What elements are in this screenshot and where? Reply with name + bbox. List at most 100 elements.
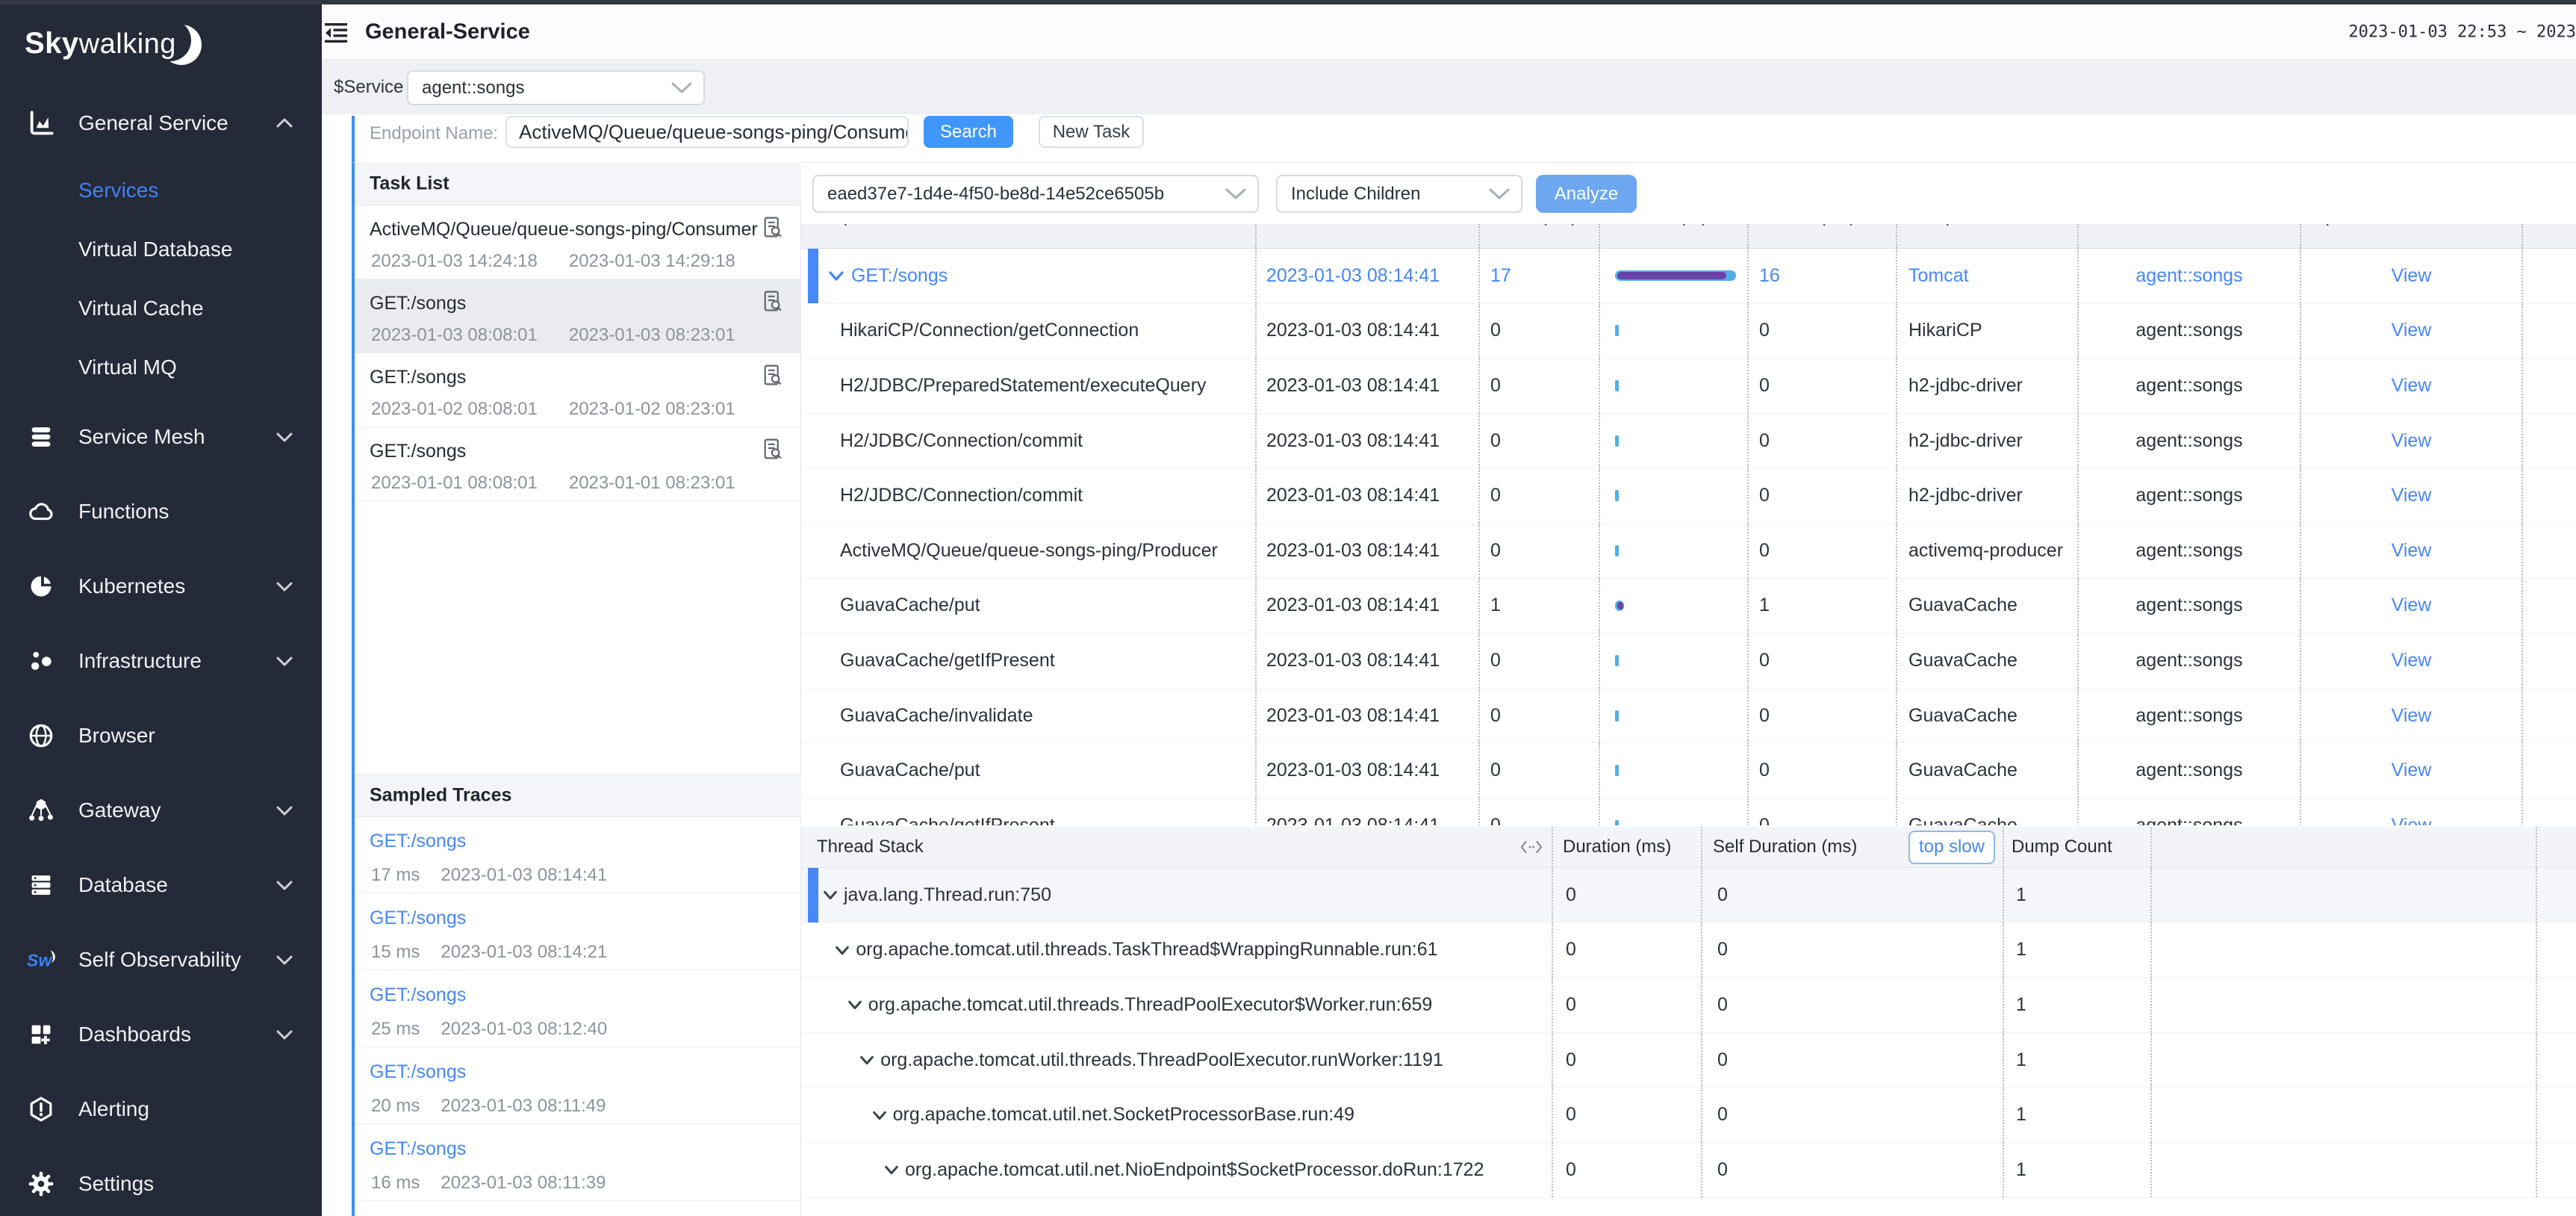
thread-stack-row[interactable]: java.lang.Thread.run:750001: [801, 868, 2576, 923]
span-view-link[interactable]: View: [2301, 524, 2523, 578]
sidebar-item-gateway[interactable]: Gateway: [0, 773, 322, 848]
trace-name-link[interactable]: GET:/songs: [370, 1138, 466, 1160]
expand-chevron-dark[interactable]: [858, 1051, 876, 1069]
sidebar-subitem-services[interactable]: Services: [0, 161, 322, 220]
horizontal-resize-icon[interactable]: [1520, 840, 1543, 854]
thread-stack-row[interactable]: org.apache.tomcat.util.net.SocketProcess…: [801, 1088, 2576, 1143]
span-view-link[interactable]: View: [2301, 798, 2523, 825]
trace-start-time: 2023-01-03 08:11:39: [441, 1173, 606, 1193]
thread-frame-name: java.lang.Thread.run:750: [844, 884, 1051, 906]
span-row[interactable]: GuavaCache/getIfPresent2023-01-03 08:14:…: [801, 633, 2576, 689]
sidebar-item-service-mesh[interactable]: Service Mesh: [0, 400, 322, 474]
sampled-trace-item[interactable]: GET:/songs20 ms2023-01-03 08:11:49: [355, 1047, 801, 1124]
analyze-button[interactable]: Analyze: [1536, 175, 1637, 213]
duration-bar: [1615, 655, 1619, 666]
thread-empty-cell: [2152, 923, 2537, 978]
sidebar-item-general-service[interactable]: General Service: [0, 86, 322, 161]
new-task-button[interactable]: New Task: [1039, 116, 1144, 148]
sidebar-item-dashboards[interactable]: Dashboards: [0, 997, 322, 1072]
sidebar-item-alerting[interactable]: Alerting: [0, 1072, 322, 1147]
span-exec-ms-cell: 0: [1480, 359, 1600, 413]
thread-stack-title: Thread Stack: [817, 837, 924, 857]
span-row[interactable]: GuavaCache/getIfPresent2023-01-03 08:14:…: [801, 798, 2576, 825]
span-view-link[interactable]: View: [2301, 689, 2523, 743]
doc-search-icon[interactable]: [760, 289, 785, 314]
sampled-trace-item[interactable]: GET:/songs17 ms2023-01-03 08:14:41: [355, 816, 801, 893]
span-view-link[interactable]: View: [2301, 414, 2523, 468]
span-view-link[interactable]: View: [2301, 579, 2523, 633]
sidebar-subitem-virtual-mq[interactable]: Virtual MQ: [0, 338, 322, 397]
sidebar-subitem-virtual-database[interactable]: Virtual Database: [0, 220, 322, 279]
thread-stack-row[interactable]: org.apache.tomcat.util.net.NioEndpoint$S…: [801, 1143, 2576, 1198]
span-row[interactable]: HikariCP/Connection/getConnection2023-01…: [801, 304, 2576, 359]
task-list-item[interactable]: GET:/songs2023-01-01 08:08:012023-01-01 …: [355, 427, 801, 501]
task-list-item[interactable]: GET:/songs2023-01-03 08:08:012023-01-03 …: [355, 279, 801, 353]
span-view-link[interactable]: View: [2301, 468, 2523, 523]
analyze-mode-select[interactable]: Include Children: [1276, 175, 1522, 213]
menu-fold-icon[interactable]: [325, 23, 347, 43]
expand-chevron-dark[interactable]: [833, 941, 851, 959]
span-view-link[interactable]: View: [2301, 359, 2523, 413]
span-start-time-cell: 2023-01-03 08:14:41: [1257, 743, 1480, 798]
span-row[interactable]: GuavaCache/invalidate2023-01-03 08:14:41…: [801, 689, 2576, 744]
search-button[interactable]: Search: [924, 116, 1013, 148]
trace-id-select[interactable]: eaed37e7-1d4e-4f50-be8d-14e52ce6505b: [812, 175, 1259, 213]
expand-chevron-blue[interactable]: [827, 266, 846, 285]
span-row[interactable]: GuavaCache/put2023-01-03 08:14:4100Guava…: [801, 743, 2576, 798]
sidebar-subitem-virtual-cache[interactable]: Virtual Cache: [0, 279, 322, 338]
span-component-cell: HikariCP: [1897, 304, 2079, 359]
doc-search-icon[interactable]: [760, 437, 785, 462]
trace-name-link[interactable]: GET:/songs: [370, 984, 466, 1006]
doc-search-icon[interactable]: [760, 363, 785, 388]
task-end-time: 2023-01-03 14:29:18: [569, 251, 735, 271]
doc-search-icon[interactable]: [760, 215, 785, 240]
span-row[interactable]: H2/JDBC/PreparedStatement/executeQuery20…: [801, 359, 2576, 414]
trace-name-link[interactable]: GET:/songs: [370, 1061, 466, 1083]
sidebar-item-settings[interactable]: Settings: [0, 1147, 322, 1216]
sidebar-item-browser[interactable]: Browser: [0, 698, 322, 773]
thread-dump-count-cell: 1: [2004, 978, 2152, 1032]
expand-chevron-dark[interactable]: [871, 1106, 889, 1124]
expand-chevron-dark[interactable]: [883, 1161, 900, 1179]
thread-stack-row[interactable]: org.apache.tomcat.util.threads.ThreadPoo…: [801, 978, 2576, 1033]
task-list-item[interactable]: GET:/songs2023-01-02 08:08:012023-01-02 …: [355, 353, 801, 427]
span-view-link[interactable]: View: [2301, 743, 2523, 798]
top-slow-button[interactable]: top slow: [1908, 831, 1995, 864]
time-range-picker[interactable]: 2023-01-03 22:53 ~ 2023: [2348, 22, 2576, 41]
span-view-link[interactable]: View: [2301, 249, 2523, 303]
span-service-cell: agent::songs: [2079, 743, 2301, 798]
span-empty-cell: [2523, 304, 2576, 359]
span-exec-ms-cell: 0: [1480, 743, 1600, 798]
sampled-trace-item[interactable]: GET:/songs16 ms2023-01-03 08:11:39: [355, 1124, 801, 1201]
expand-chevron-dark[interactable]: [821, 886, 839, 904]
span-row[interactable]: H2/JDBC/Connection/commit2023-01-03 08:1…: [801, 414, 2576, 469]
sidebar-item-kubernetes[interactable]: Kubernetes: [0, 549, 322, 624]
expand-chevron-dark[interactable]: [846, 996, 864, 1014]
sidebar-item-label: Database: [78, 873, 168, 897]
trace-name-link[interactable]: GET:/songs: [370, 831, 466, 852]
sidebar-item-functions[interactable]: Functions: [0, 474, 322, 549]
sidebar: Skywalking General ServiceServicesVirtua…: [0, 0, 322, 1216]
thread-stack-row[interactable]: org.apache.tomcat.util.threads.TaskThrea…: [801, 923, 2576, 978]
span-view-link[interactable]: View: [2301, 633, 2523, 688]
span-view-link[interactable]: View: [2301, 304, 2523, 359]
thread-stack-row[interactable]: org.apache.tomcat.util.threads.ThreadPoo…: [801, 1033, 2576, 1088]
sampled-trace-item[interactable]: GET:/songs25 ms2023-01-03 08:12:40: [355, 970, 801, 1047]
task-list-item[interactable]: ActiveMQ/Queue/queue-songs-ping/Consumer…: [355, 205, 801, 279]
span-row[interactable]: GET:/songs2023-01-03 08:14:411716Tomcata…: [801, 249, 2576, 304]
endpoint-name-input[interactable]: ActiveMQ/Queue/queue-songs-ping/Consumer: [505, 116, 909, 148]
span-endpoint-name: HikariCP/Connection/getConnection: [840, 320, 1139, 341]
sidebar-item-database[interactable]: Database: [0, 848, 322, 922]
span-service-cell: agent::songs: [2079, 468, 2301, 523]
span-row[interactable]: ActiveMQ/Queue/queue-songs-ping/Producer…: [801, 524, 2576, 579]
service-select[interactable]: agent::songs: [407, 70, 705, 105]
thread-dump-count-cell: 1: [2004, 1088, 2152, 1142]
sidebar-item-infrastructure[interactable]: Infrastructure: [0, 624, 322, 698]
thread-stack-panel: Thread StackDuration (ms)Self Duration (…: [801, 825, 2576, 1216]
span-row[interactable]: GuavaCache/put2023-01-03 08:14:4111Guava…: [801, 579, 2576, 634]
sidebar-item-self-observability[interactable]: SwSelf Observability: [0, 922, 322, 997]
sampled-trace-item[interactable]: GET:/songs15 ms2023-01-03 08:14:21: [355, 893, 801, 970]
span-row[interactable]: H2/JDBC/Connection/commit2023-01-03 08:1…: [801, 468, 2576, 524]
thread-self-duration-cell: 0: [1702, 1088, 2004, 1142]
trace-name-link[interactable]: GET:/songs: [370, 908, 466, 929]
